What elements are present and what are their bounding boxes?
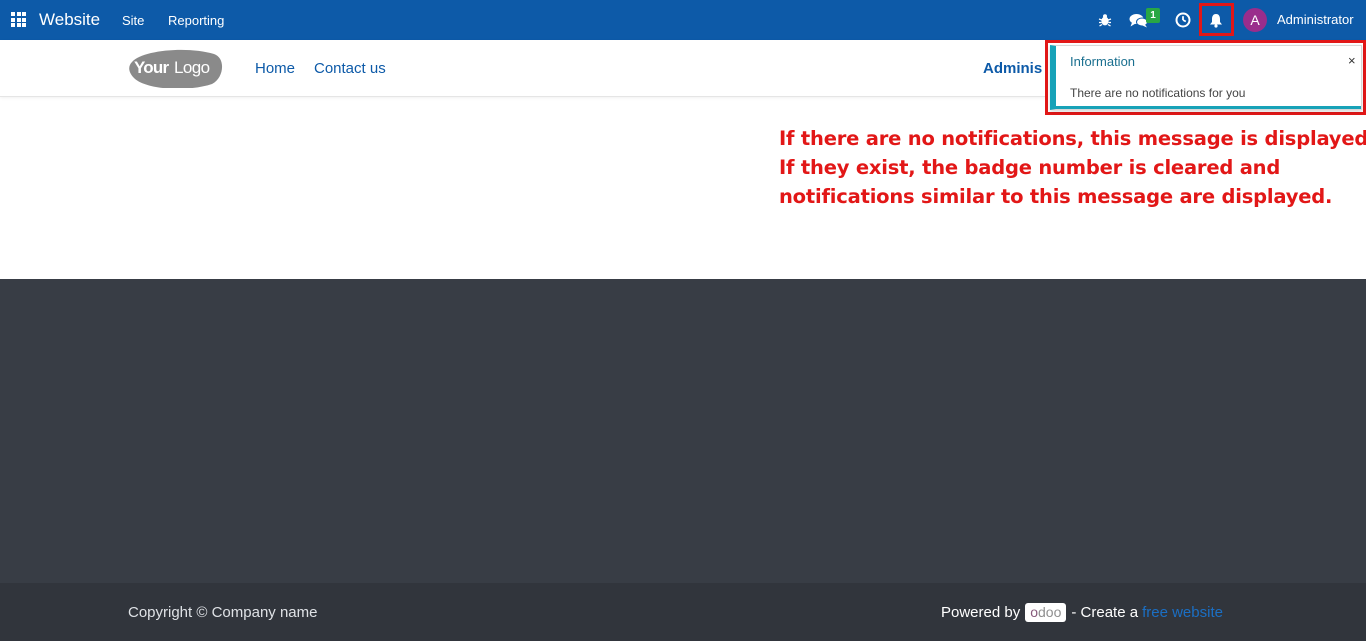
notification-progress-bar: [1056, 106, 1361, 109]
odoo-logo[interactable]: odoo: [1025, 603, 1067, 622]
annotation-line: If there are no notifications, this mess…: [779, 127, 1366, 150]
bug-icon[interactable]: [1096, 11, 1114, 29]
app-name[interactable]: Website: [39, 10, 100, 30]
odoo-logo-rest: doo: [1038, 604, 1062, 620]
chat-badge: 1: [1146, 8, 1160, 23]
menu-item-reporting[interactable]: Reporting: [168, 13, 224, 28]
clock-icon[interactable]: [1174, 11, 1192, 29]
notification-title: Information: [1070, 54, 1136, 69]
bell-icon[interactable]: [1207, 11, 1225, 29]
notification-message: There are no notifications for you: [1070, 86, 1246, 100]
annotation-note: If there are no notifications, this mess…: [779, 124, 1366, 211]
nav-home[interactable]: Home: [255, 60, 295, 77]
header-user-menu[interactable]: Adminis: [983, 60, 1042, 77]
logo-text-bold: Your: [134, 58, 169, 77]
close-icon[interactable]: ×: [1348, 53, 1356, 68]
user-menu[interactable]: Administrator: [1277, 12, 1354, 27]
logo-text-light: Logo: [174, 58, 210, 77]
menu-item-site[interactable]: Site: [122, 13, 144, 28]
powered-by-label: Powered by: [941, 604, 1021, 621]
apps-grid-icon[interactable]: [11, 12, 26, 27]
nav-contact-us[interactable]: Contact us: [314, 60, 386, 77]
free-website-link[interactable]: free website: [1142, 604, 1223, 621]
avatar[interactable]: A: [1243, 8, 1267, 32]
annotation-line: notifications similar to this message ar…: [779, 185, 1333, 208]
annotation-line: If they exist, the badge number is clear…: [779, 156, 1281, 179]
powered-by: Powered by odoo - Create a free website: [941, 603, 1223, 622]
create-text: - Create a: [1071, 604, 1139, 621]
footer: [0, 279, 1366, 583]
notification-panel: Information × There are no notifications…: [1050, 45, 1362, 110]
top-admin-bar: Website Site Reporting 1 A Administrator: [0, 0, 1366, 40]
copyright-text: Copyright © Company name: [128, 604, 318, 621]
chat-icon[interactable]: [1128, 11, 1148, 29]
odoo-logo-o: o: [1030, 604, 1039, 620]
company-logo[interactable]: Your Logo: [128, 48, 224, 89]
